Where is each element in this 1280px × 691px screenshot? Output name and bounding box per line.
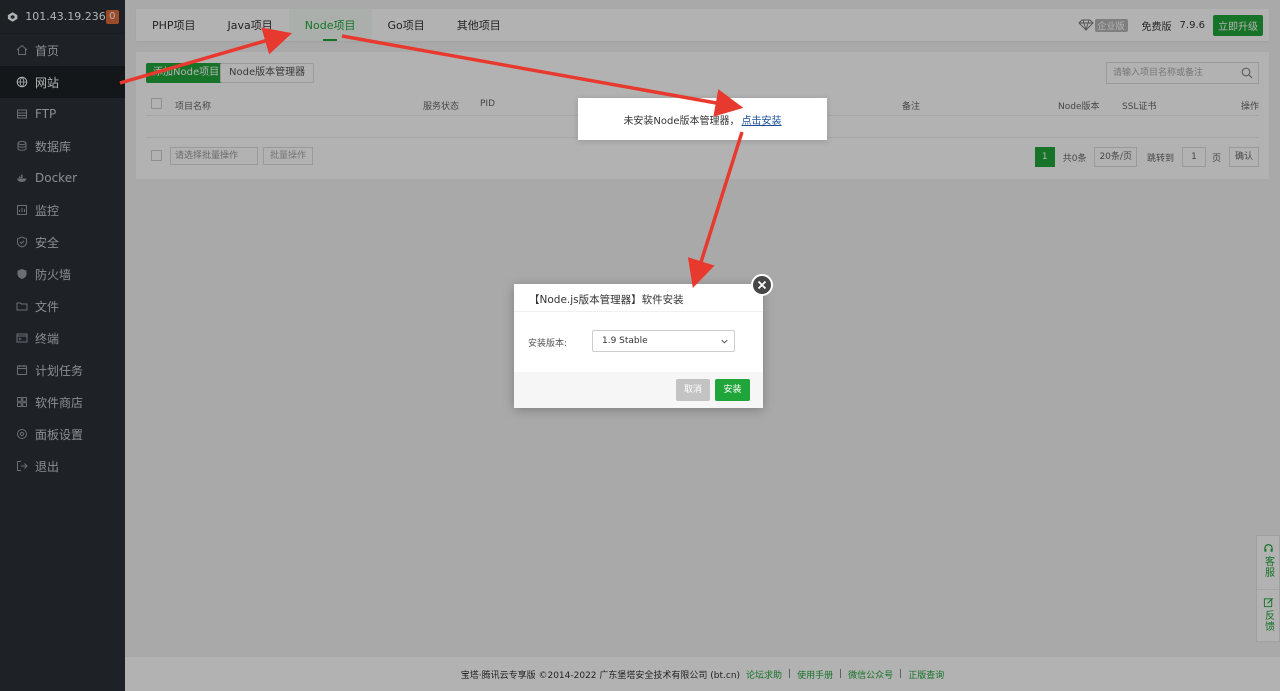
dialog-footer: 取消 安装 (514, 372, 763, 408)
dialog-body: 安装版本: 1.9 Stable (514, 312, 763, 372)
close-icon (757, 280, 767, 290)
not-installed-tip: 未安装Node版本管理器， 点击安装 (578, 98, 827, 140)
version-select[interactable]: 1.9 Stable (592, 330, 735, 352)
click-install-link[interactable]: 点击安装 (742, 112, 782, 127)
cancel-button[interactable]: 取消 (676, 379, 710, 401)
dialog-title: 【Node.js版本管理器】软件安装 (514, 284, 763, 312)
install-version-label: 安装版本: (528, 339, 568, 349)
chevron-down-icon (721, 339, 728, 344)
install-button[interactable]: 安装 (715, 379, 750, 401)
close-dialog-button[interactable] (751, 274, 773, 296)
version-select-value: 1.9 Stable (602, 336, 648, 346)
install-dialog: 【Node.js版本管理器】软件安装 安装版本: 1.9 Stable 取消 安… (514, 284, 763, 408)
tip-text: 未安装Node版本管理器， (623, 115, 740, 127)
